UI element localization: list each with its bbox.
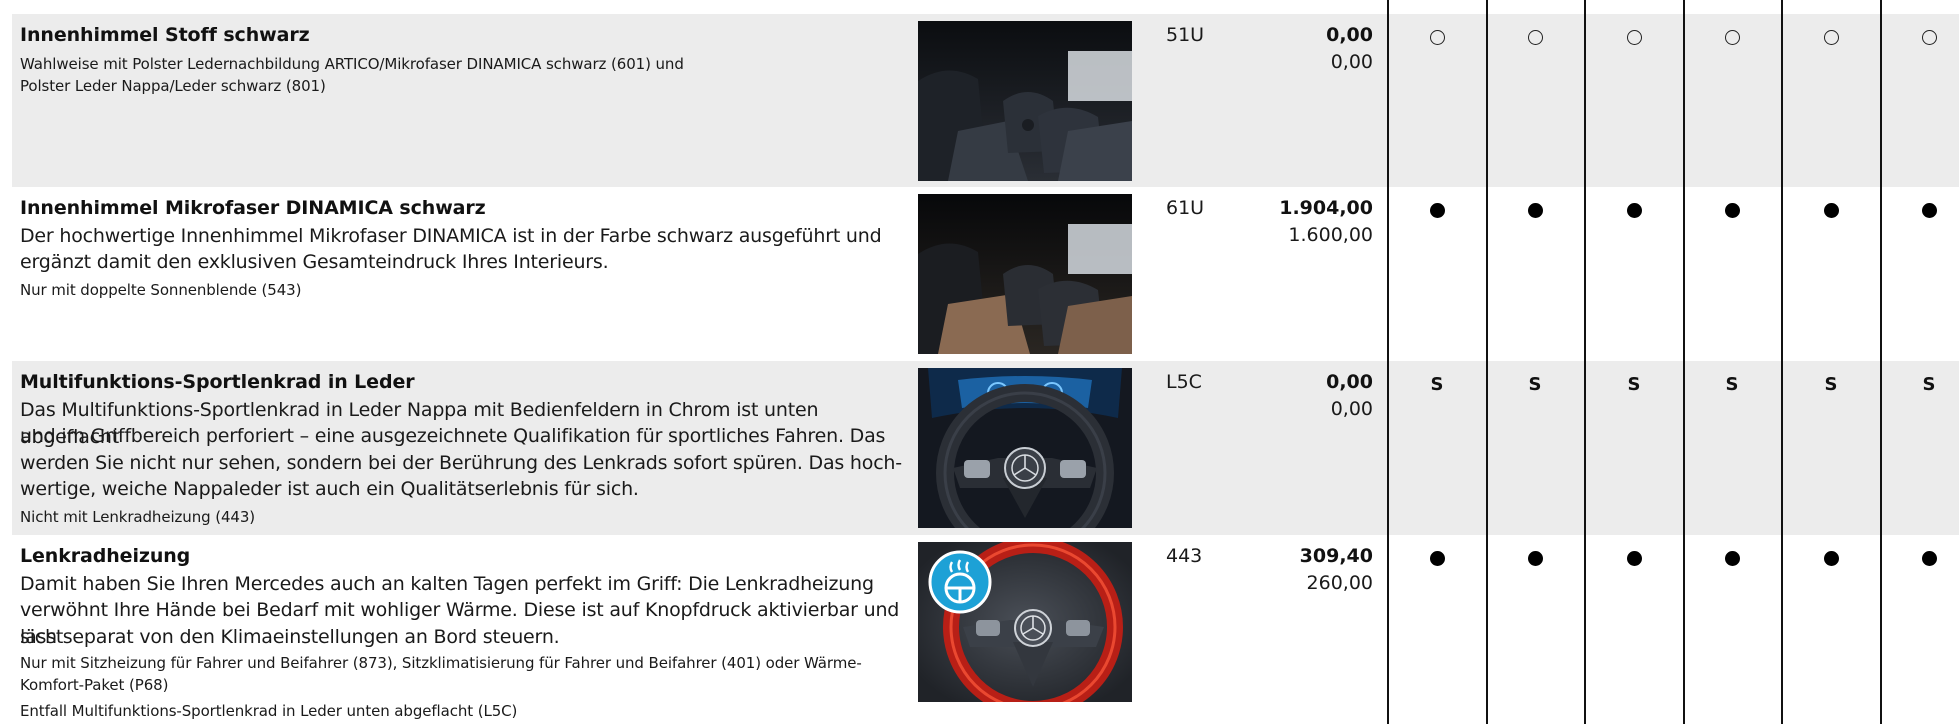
availability-open-circle [1801, 24, 1861, 50]
option-note: Komfort-Paket (P68) [20, 676, 169, 694]
availability-filled-circle [1801, 545, 1861, 571]
availability-filled-circle [1604, 197, 1664, 223]
column-divider [1387, 0, 1389, 724]
price-net: 260,00 [1306, 572, 1373, 594]
option-note: Nicht mit Lenkradheizung (443) [20, 508, 256, 526]
option-note: Entfall Multifunktions-Sportlenkrad in L… [20, 702, 518, 720]
column-divider [1683, 0, 1685, 724]
price-gross: 0,00 [1326, 371, 1373, 393]
availability-open-circle [1505, 24, 1565, 50]
option-description: werden Sie nicht nur sehen, sondern bei … [20, 452, 902, 474]
availability-open-circle [1702, 24, 1762, 50]
availability-filled-circle [1407, 545, 1467, 571]
price-net: 0,00 [1330, 51, 1373, 73]
option-note: Wahlweise mit Polster Ledernachbildung A… [20, 55, 684, 73]
price-gross: 0,00 [1326, 24, 1373, 46]
option-title: Innenhimmel Mikrofaser DINAMICA schwarz [20, 197, 486, 219]
price-gross: 1.904,00 [1279, 197, 1373, 219]
option-note: Nur mit doppelte Sonnenblende (543) [20, 281, 302, 299]
availability-filled-circle [1801, 197, 1861, 223]
table-row: Multifunktions-Sportlenkrad in Leder Das… [12, 361, 1959, 535]
availability-filled-circle [1702, 197, 1762, 223]
option-title: Innenhimmel Stoff schwarz [20, 24, 310, 46]
option-image-interior [918, 194, 1132, 354]
availability-open-circle [1407, 24, 1467, 50]
option-description: wertige, weiche Nappaleder ist auch ein … [20, 478, 639, 500]
option-description: Der hochwertige Innenhimmel Mikrofaser D… [20, 225, 882, 247]
availability-filled-circle [1604, 545, 1664, 571]
availability-standard: S [1528, 374, 1542, 395]
availability-open-circle [1899, 24, 1959, 50]
option-image-heated-steering-wheel [918, 542, 1132, 702]
heated-steering-wheel-icon [928, 550, 992, 614]
option-image-steering-wheel [918, 368, 1132, 528]
availability-filled-circle [1702, 545, 1762, 571]
column-divider [1486, 0, 1488, 724]
option-description: Damit haben Sie Ihren Mercedes auch an k… [20, 573, 874, 595]
option-description: und im Griffbereich perforiert – eine au… [20, 425, 886, 447]
availability-filled-circle [1899, 545, 1959, 571]
price-gross: 309,40 [1299, 545, 1373, 567]
option-code: 61U [1166, 197, 1205, 219]
availability-standard: S [1627, 374, 1641, 395]
option-image-interior [918, 21, 1132, 181]
option-description: sich separat von den Klimaeinstellungen … [20, 626, 560, 648]
availability-filled-circle [1505, 545, 1565, 571]
option-code: L5C [1166, 371, 1202, 393]
table-row: Lenkradheizung Damit haben Sie Ihren Mer… [12, 535, 1959, 724]
availability-standard: S [1430, 374, 1444, 395]
option-title: Multifunktions-Sportlenkrad in Leder [20, 371, 415, 393]
availability-filled-circle [1505, 197, 1565, 223]
table-row: Innenhimmel Stoff schwarz Wahlweise mit … [12, 14, 1959, 187]
equipment-price-table: Innenhimmel Stoff schwarz Wahlweise mit … [0, 0, 1959, 724]
option-title: Lenkradheizung [20, 545, 191, 567]
option-code: 443 [1166, 545, 1203, 567]
column-divider [1880, 0, 1882, 724]
availability-standard: S [1922, 374, 1936, 395]
table-row: Innenhimmel Mikrofaser DINAMICA schwarz … [12, 187, 1959, 361]
option-description: ergänzt damit den exklusiven Gesamteindr… [20, 251, 609, 273]
option-note: Polster Leder Nappa/Leder schwarz (801) [20, 77, 326, 95]
availability-standard: S [1725, 374, 1739, 395]
column-divider [1781, 0, 1783, 724]
price-net: 0,00 [1330, 398, 1373, 420]
column-divider [1584, 0, 1586, 724]
option-code: 51U [1166, 24, 1205, 46]
availability-standard: S [1824, 374, 1838, 395]
availability-filled-circle [1899, 197, 1959, 223]
availability-filled-circle [1407, 197, 1467, 223]
option-note: Nur mit Sitzheizung für Fahrer und Beifa… [20, 654, 862, 672]
price-net: 1.600,00 [1288, 224, 1373, 246]
availability-open-circle [1604, 24, 1664, 50]
